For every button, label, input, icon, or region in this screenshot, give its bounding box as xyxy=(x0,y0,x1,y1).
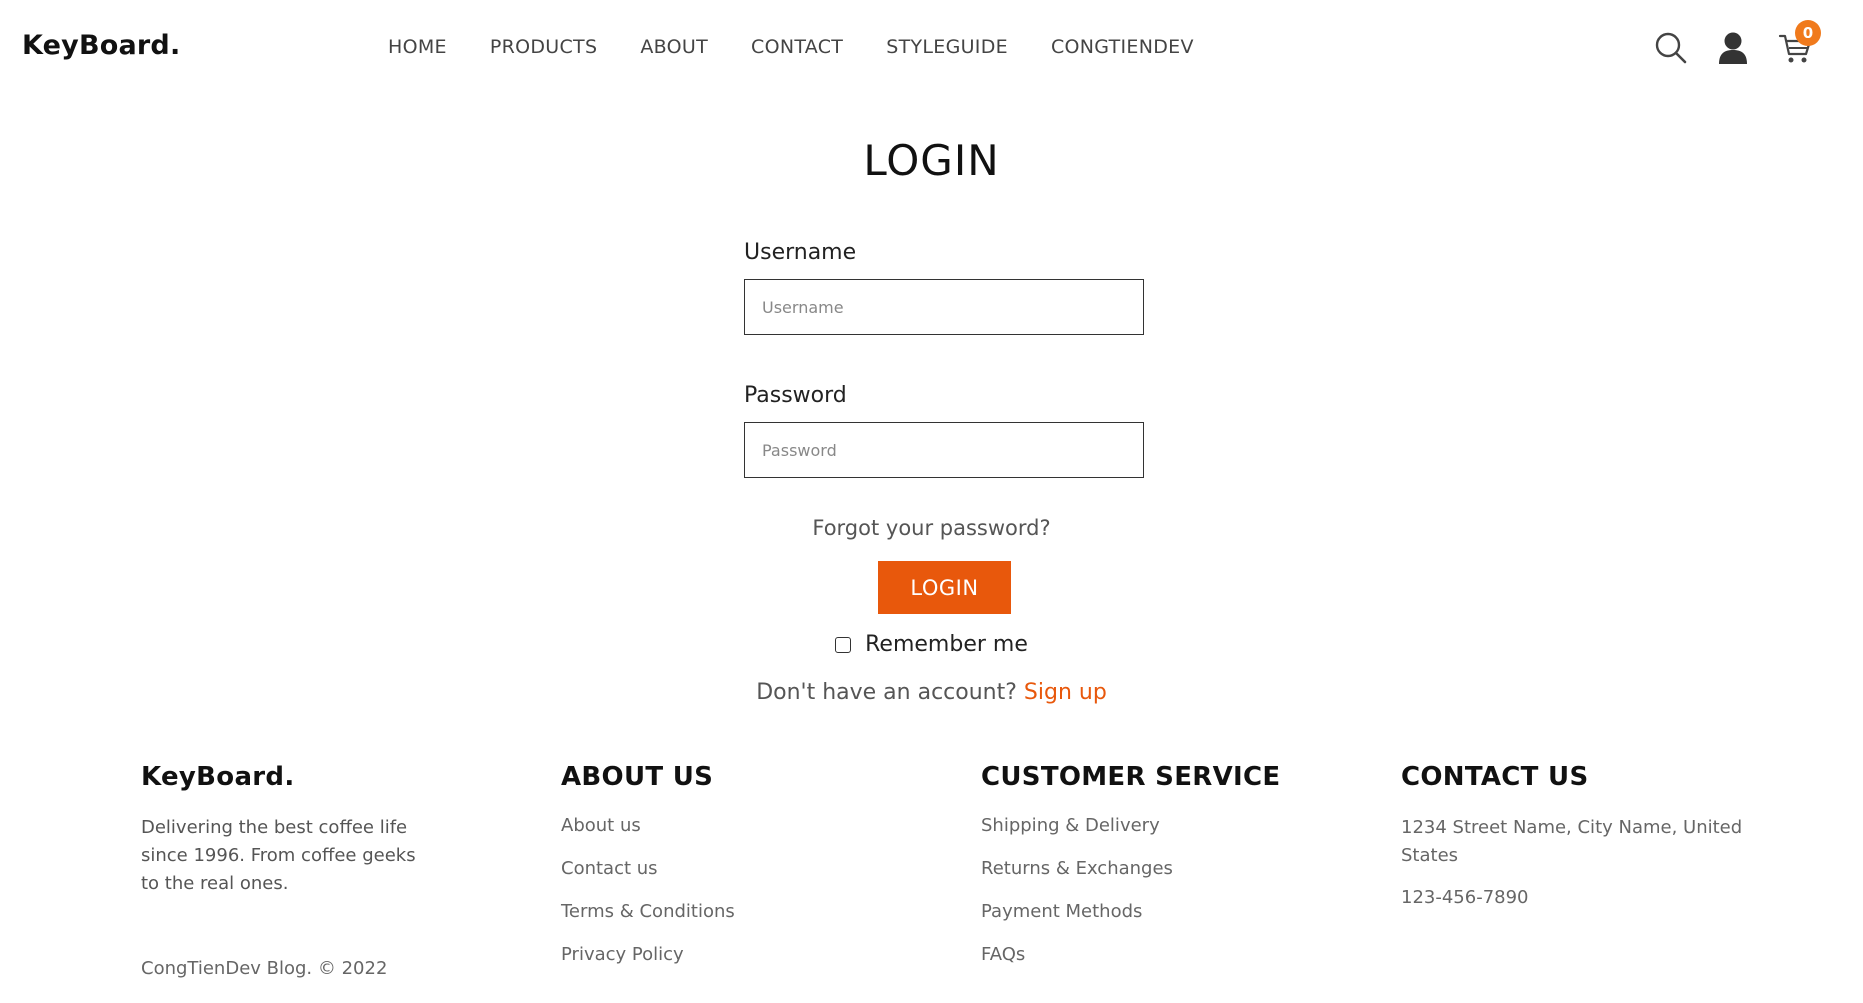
nav-item-home[interactable]: HOME xyxy=(388,36,447,58)
password-input[interactable] xyxy=(744,422,1144,478)
cart-count-badge: 0 xyxy=(1795,20,1821,46)
footer-link-about-us[interactable]: About us xyxy=(561,814,881,838)
footer-link-faqs[interactable]: FAQs xyxy=(981,943,1321,967)
footer-brand-column: KeyBoard. Delivering the best coffee lif… xyxy=(141,762,461,898)
site-footer: KeyBoard. Delivering the best coffee lif… xyxy=(0,762,1863,1002)
footer-link-terms[interactable]: Terms & Conditions xyxy=(561,900,881,924)
footer-contact-heading: CONTACT US xyxy=(1401,762,1589,792)
search-icon[interactable] xyxy=(1651,28,1691,68)
footer-about-column: ABOUT US About us Contact us Terms & Con… xyxy=(561,762,881,986)
login-form: Username Password xyxy=(744,240,1144,478)
remember-me-checkbox[interactable] xyxy=(835,636,852,653)
username-group: Username xyxy=(744,240,1144,335)
password-label: Password xyxy=(744,383,847,408)
user-icon[interactable] xyxy=(1713,28,1753,68)
footer-service-heading: CUSTOMER SERVICE xyxy=(981,762,1281,792)
site-header: KeyBoard. HOME PRODUCTS ABOUT CONTACT ST… xyxy=(0,0,1863,96)
site-logo[interactable]: KeyBoard. xyxy=(22,30,180,61)
signup-link[interactable]: Sign up xyxy=(1024,680,1107,705)
page-title: LOGIN xyxy=(863,136,1000,185)
nav-item-styleguide[interactable]: STYLEGUIDE xyxy=(886,36,1008,58)
remember-me-label: Remember me xyxy=(865,632,1028,657)
footer-link-contact-us[interactable]: Contact us xyxy=(561,857,881,881)
footer-link-returns[interactable]: Returns & Exchanges xyxy=(981,857,1321,881)
username-input[interactable] xyxy=(744,279,1144,335)
forgot-password-link[interactable]: Forgot your password? xyxy=(0,516,1863,540)
main-nav: HOME PRODUCTS ABOUT CONTACT STYLEGUIDE C… xyxy=(388,36,1237,58)
header-icons: 0 xyxy=(1629,20,1821,68)
footer-link-payment[interactable]: Payment Methods xyxy=(981,900,1321,924)
footer-link-privacy[interactable]: Privacy Policy xyxy=(561,943,881,967)
footer-description: Delivering the best coffee life since 19… xyxy=(141,817,416,894)
footer-link-shipping[interactable]: Shipping & Delivery xyxy=(981,814,1321,838)
footer-about-heading: ABOUT US xyxy=(561,762,714,792)
remember-me-row: Remember me xyxy=(0,632,1863,657)
nav-item-contact[interactable]: CONTACT xyxy=(751,36,843,58)
footer-phone: 123-456-7890 xyxy=(1401,887,1529,908)
footer-address: 1234 Street Name, City Name, United Stat… xyxy=(1401,817,1743,866)
nav-item-about[interactable]: ABOUT xyxy=(640,36,708,58)
login-button[interactable]: LOGIN xyxy=(878,561,1011,614)
footer-contact-column: CONTACT US 1234 Street Name, City Name, … xyxy=(1401,762,1781,926)
signup-row: Don't have an account? Sign up xyxy=(0,680,1863,705)
footer-copyright: CongTienDev Blog. © 2022 xyxy=(141,958,388,979)
footer-service-column: CUSTOMER SERVICE Shipping & Delivery Ret… xyxy=(981,762,1321,986)
cart-icon[interactable]: 0 xyxy=(1775,20,1821,68)
username-label: Username xyxy=(744,240,857,265)
password-group: Password xyxy=(744,383,1144,478)
nav-item-congtiendev[interactable]: CONGTIENDEV xyxy=(1051,36,1194,58)
nav-item-products[interactable]: PRODUCTS xyxy=(490,36,597,58)
no-account-text: Don't have an account? xyxy=(756,680,1017,705)
footer-logo: KeyBoard. xyxy=(141,762,295,792)
